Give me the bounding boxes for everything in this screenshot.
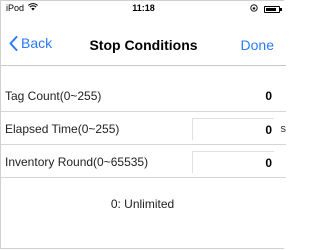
elapsed-time-row: Elapsed Time(0~255) s bbox=[1, 114, 286, 145]
done-button[interactable]: Done bbox=[241, 37, 274, 53]
inventory-round-field[interactable] bbox=[192, 151, 274, 173]
status-bar: iPod 11:18 bbox=[1, 1, 286, 17]
tag-count-label: Tag Count(0~255) bbox=[5, 89, 102, 103]
status-right bbox=[250, 4, 282, 14]
elapsed-time-field[interactable] bbox=[192, 118, 274, 140]
orientation-lock-icon bbox=[250, 4, 258, 14]
battery-icon bbox=[264, 5, 282, 13]
tag-count-row: Tag Count(0~255) bbox=[1, 81, 286, 112]
elapsed-time-unit: s bbox=[280, 123, 287, 135]
status-time: 11:18 bbox=[132, 3, 155, 13]
inventory-round-row: Inventory Round(0~65535) bbox=[1, 147, 286, 178]
inventory-round-label: Inventory Round(0~65535) bbox=[5, 155, 149, 169]
unlimited-hint: 0: Unlimited bbox=[110, 197, 175, 211]
tag-count-field[interactable] bbox=[192, 85, 274, 107]
elapsed-time-label: Elapsed Time(0~255) bbox=[5, 122, 120, 136]
screen: iPod 11:18 Back Stop Conditions Done Tag… bbox=[0, 0, 286, 249]
battery-level bbox=[266, 7, 276, 11]
navigation-bar: Back Stop Conditions Done bbox=[1, 25, 286, 66]
